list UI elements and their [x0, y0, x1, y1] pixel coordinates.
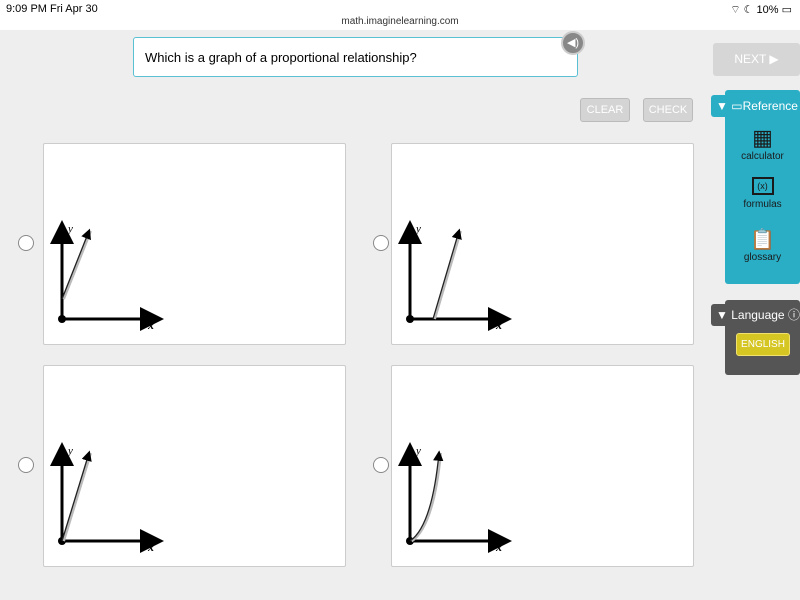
calculator-icon: ▦	[752, 125, 773, 150]
y-axis-label: y	[415, 223, 421, 235]
reference-title: Reference	[742, 99, 798, 113]
glossary-button[interactable]: 📋 glossary	[725, 227, 800, 263]
origin-point	[58, 315, 66, 323]
calculator-button[interactable]: ▦ calculator	[725, 125, 800, 162]
answer-radio-1[interactable]	[18, 235, 34, 251]
answer-option-2[interactable]: y x	[391, 143, 694, 345]
battery-level: 10%	[756, 4, 779, 16]
clipboard-icon: 📋	[750, 229, 775, 251]
y-axis-label: y	[415, 445, 421, 457]
question-prompt: Which is a graph of a proportional relat…	[133, 37, 578, 77]
status-bar: 9:09 PM Fri Apr 30 math.imaginelearning.…	[0, 0, 800, 30]
origin-point	[406, 315, 414, 323]
answer-option-4[interactable]: y x	[391, 365, 694, 567]
language-title: Language	[731, 308, 785, 322]
info-icon[interactable]: ⓘ	[788, 308, 800, 322]
speaker-icon[interactable]: ◀)	[561, 31, 585, 55]
battery: ⌔ ☾ 10% ▭	[730, 4, 792, 16]
glossary-label: glossary	[743, 252, 782, 263]
answer-radio-3[interactable]	[18, 457, 34, 473]
check-button[interactable]: CHECK	[643, 98, 693, 122]
x-axis-label: x	[147, 318, 154, 332]
language-toggle[interactable]: ▼ Language ⓘ	[711, 304, 800, 326]
x-axis-label: x	[495, 318, 502, 332]
answer-option-1[interactable]: y x	[43, 143, 346, 345]
answer-option-3[interactable]: y x	[43, 365, 346, 567]
clear-button[interactable]: CLEAR	[580, 98, 630, 122]
graph: y x	[50, 442, 164, 554]
x-axis-label: x	[495, 540, 502, 554]
y-axis-label: y	[67, 223, 73, 235]
answer-radio-4[interactable]	[373, 457, 389, 473]
next-button[interactable]: NEXT ▶	[713, 43, 800, 76]
graph: y x	[50, 220, 164, 332]
formulas-label: formulas	[743, 199, 782, 210]
formulas-icon: (x)	[751, 177, 774, 195]
url-bar[interactable]: math.imaginelearning.com	[0, 16, 800, 27]
graph-line	[432, 228, 462, 320]
graph: y x	[398, 220, 512, 332]
english-button[interactable]: ENGLISH	[736, 333, 790, 356]
x-axis-label: x	[147, 540, 154, 554]
formulas-button[interactable]: (x) formulas	[725, 177, 800, 210]
calculator-label: calculator	[741, 151, 784, 162]
graph: y x	[398, 442, 512, 554]
y-axis-label: y	[67, 445, 73, 457]
reference-toggle[interactable]: ▼ ▭Reference	[711, 95, 800, 117]
graph-line	[61, 450, 92, 542]
graph-line	[61, 228, 91, 300]
answer-radio-2[interactable]	[373, 235, 389, 251]
clock: 9:09 PM Fri Apr 30	[6, 3, 98, 15]
